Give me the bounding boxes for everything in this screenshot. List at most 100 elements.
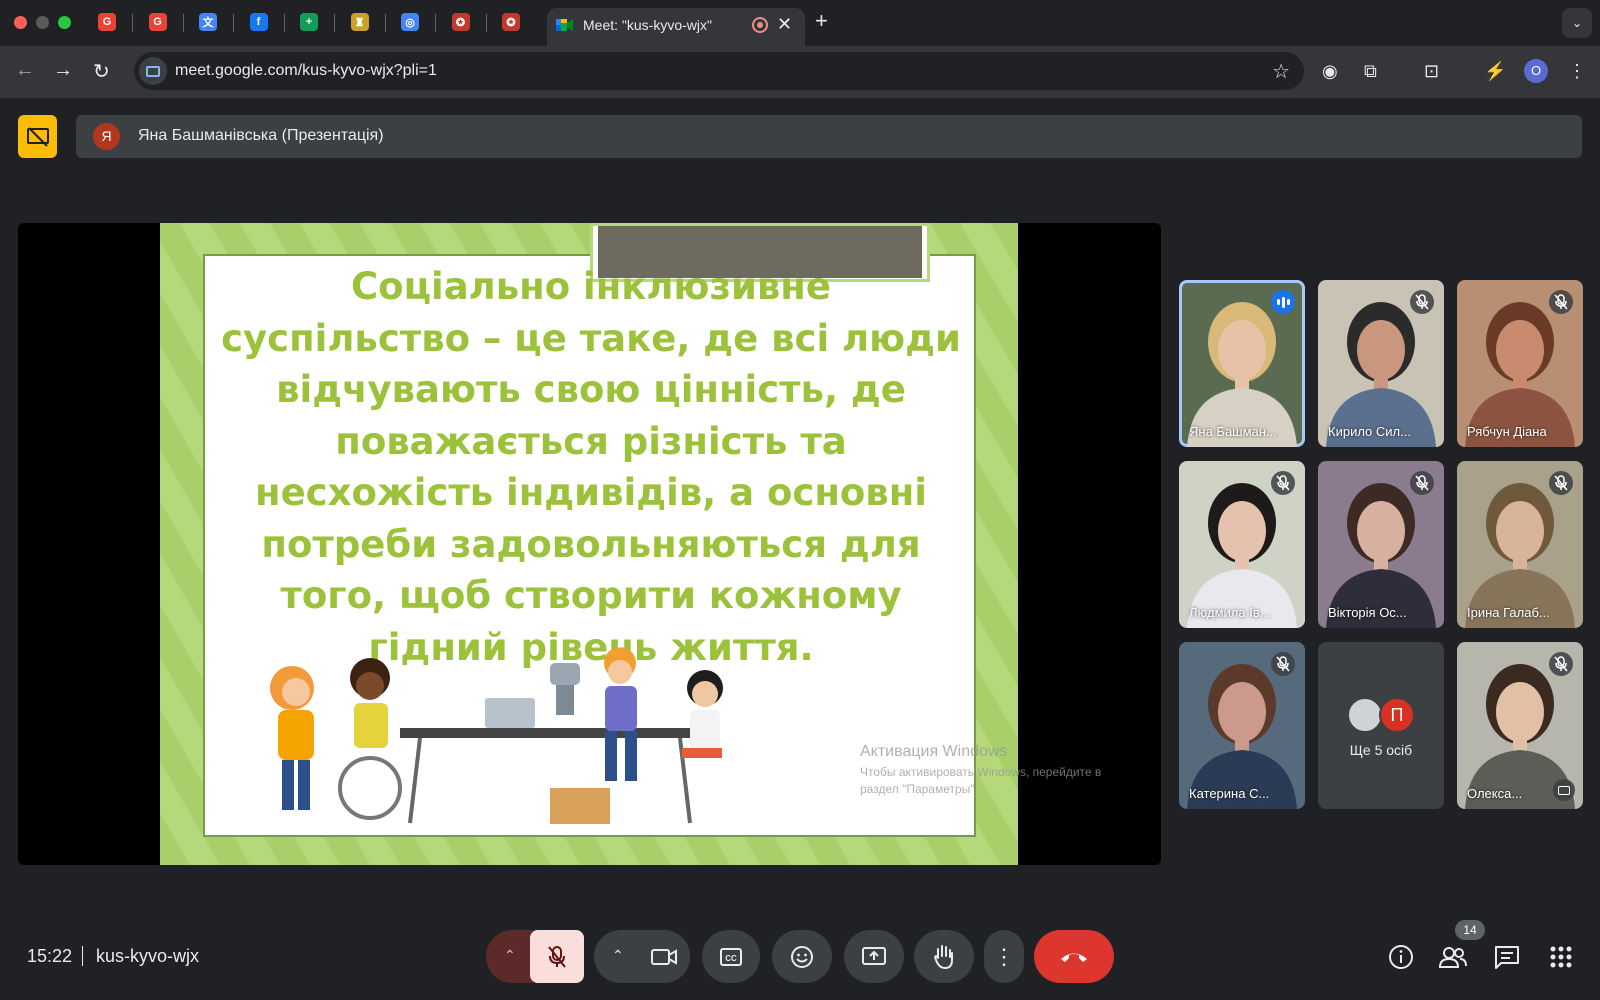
target-icon[interactable]: ◎ (401, 13, 419, 31)
video-options-chevron-icon[interactable]: ⌃ (612, 947, 624, 964)
bookmark-star-icon[interactable]: ☆ (1272, 59, 1290, 84)
google-translate-icon[interactable]: 文 (199, 13, 217, 31)
seal-icon[interactable]: ✪ (451, 13, 470, 31)
participant-tile[interactable]: Рябчун Діана (1457, 280, 1583, 447)
reading-mode-icon[interactable]: ◉ (1322, 61, 1338, 82)
tab-separator (132, 14, 133, 32)
raise-hand-button[interactable] (914, 930, 974, 983)
forward-button[interactable]: → (53, 59, 73, 82)
info-icon (1389, 945, 1413, 969)
address-bar[interactable]: meet.google.com/kus-kyvo-wjx?pli=1 ☆ (134, 52, 1304, 90)
stop-presenting-icon[interactable] (18, 115, 57, 158)
presenter-avatar: Я (93, 123, 120, 150)
people-icon (1439, 947, 1467, 968)
google-icon[interactable]: G (98, 13, 116, 31)
activities-button[interactable] (1546, 942, 1576, 972)
participant-tile[interactable]: Вікторія Ос... (1318, 461, 1444, 628)
emoji-icon (791, 945, 813, 968)
participants-count-badge: 14 (1455, 920, 1485, 940)
tab-search-button[interactable]: ⌄ (1562, 8, 1592, 38)
participant-tile[interactable]: Яна Башман... (1179, 280, 1305, 447)
meet-app: Я Яна Башманівська (Презентація) Соціаль… (0, 98, 1600, 1000)
slide-text: Соціально інклюзивне суспільство – це так… (206, 261, 976, 673)
slide-text-line: суспільство – це таке, де всі люди (221, 316, 961, 360)
url-text[interactable]: meet.google.com/kus-kyvo-wjx?pli=1 (175, 62, 437, 80)
performance-icon[interactable]: ⚡ (1484, 61, 1506, 82)
reload-button[interactable]: ↻ (93, 59, 110, 84)
slide-text-line: Соціально інклюзивне (351, 265, 831, 308)
google-sheets-icon[interactable]: + (300, 13, 318, 31)
raise-hand-icon (933, 944, 953, 969)
screen-capture-icon[interactable]: ⊡ (1424, 61, 1439, 82)
google-meet-icon (556, 19, 573, 31)
seal-icon[interactable]: ✪ (502, 13, 520, 31)
chrome-menu-icon[interactable]: ⋮ (1568, 61, 1586, 82)
presenter-name: Яна Башманівська (Презентація) (138, 127, 384, 144)
browser-tab-bar: G G 文 f + ♜ ◎ ✪ ✪ Meet: "kus-kyvo-wjx" ✕ + ⌄ (0, 0, 1600, 46)
divider (82, 946, 83, 966)
slide-text-line: поважається різність та (335, 419, 847, 463)
mic-off-icon (1410, 290, 1434, 314)
participant-name: Яна Башман... (1189, 424, 1277, 439)
participant-tile[interactable]: Людмила Ів... (1179, 461, 1305, 628)
more-participants-label: Ще 5 осіб (1349, 742, 1413, 758)
minimize-window-button[interactable] (36, 16, 49, 29)
apps-grid-icon (1550, 946, 1572, 968)
mic-off-icon (1549, 652, 1573, 676)
camera-icon (651, 948, 677, 965)
participant-tile[interactable]: Катерина С... (1179, 642, 1305, 809)
presenter-banner: Я Яна Башманівська (Презентація) (76, 115, 1582, 158)
participant-tile[interactable]: Олекса... (1457, 642, 1583, 809)
facebook-icon[interactable]: f (249, 13, 268, 31)
crest-icon[interactable]: ♜ (350, 13, 369, 31)
people-button[interactable] (1438, 942, 1468, 972)
slide-text-line: того, щоб створити кожному (280, 574, 902, 617)
more-participants-tile[interactable]: П Ще 5 осіб (1318, 642, 1444, 809)
audio-options-chevron-icon[interactable]: ⌃ (504, 947, 516, 964)
present-screen-button[interactable] (844, 930, 904, 983)
children-illustration (270, 648, 723, 824)
participant-name: Людмила Ів... (1189, 605, 1271, 620)
mic-off-icon (1549, 471, 1573, 495)
captions-button[interactable]: CC (702, 930, 760, 983)
reactions-button[interactable] (772, 930, 832, 983)
more-vert-icon: ⋮ (993, 943, 1015, 969)
presentation-slide: Соціально інклюзивне суспільство – це так… (160, 223, 1101, 865)
mic-off-icon (1271, 471, 1295, 495)
participant-tile[interactable]: Ірина Галаб... (1457, 461, 1583, 628)
presentation-stage: Соціально інклюзивне суспільство – це так… (18, 223, 1161, 865)
windows-watermark-text: Чтобы активировать Windows, перейдите в … (860, 765, 1102, 796)
close-window-button[interactable] (14, 16, 27, 29)
meeting-time: 15:22 (27, 946, 73, 966)
picture-in-picture-icon[interactable] (1553, 779, 1575, 801)
hang-up-icon (1061, 953, 1087, 962)
tab-separator (182, 14, 184, 32)
participant-tile[interactable]: Кирило Сил... (1318, 280, 1444, 447)
mic-control-group: ⌃ (486, 930, 584, 983)
tab-separator (233, 14, 234, 32)
tab-separator (283, 14, 285, 32)
microphone-toggle-button[interactable] (530, 930, 584, 983)
leave-call-button[interactable] (1034, 930, 1114, 983)
maximize-window-button[interactable] (58, 16, 71, 29)
slide-text-line: потреби задовольняються для (261, 522, 921, 566)
profile-avatar[interactable]: O (1524, 59, 1548, 83)
slide-text-line: відчувають свою цінність, де (276, 368, 906, 411)
close-tab-icon[interactable]: ✕ (777, 14, 792, 35)
tab-meet[interactable]: Meet: "kus-kyvo-wjx" ✕ (547, 8, 805, 46)
mic-off-icon (1271, 652, 1295, 676)
camera-control-group: ⌃ (594, 930, 690, 983)
meeting-details-button[interactable] (1386, 942, 1416, 972)
google-icon[interactable]: G (148, 13, 167, 31)
more-options-button[interactable]: ⋮ (984, 930, 1024, 983)
site-info-icon[interactable] (139, 57, 167, 85)
participant-name: Олекса... (1467, 786, 1523, 801)
extensions-icon[interactable]: ⧉ (1364, 61, 1377, 82)
chat-button[interactable] (1492, 942, 1522, 972)
captions-icon: CC (720, 947, 742, 966)
mic-off-icon (548, 945, 566, 968)
new-tab-button[interactable]: + (815, 8, 828, 34)
camera-toggle-button[interactable] (638, 930, 690, 983)
mic-off-icon (1549, 290, 1573, 314)
back-button[interactable]: ← (15, 59, 35, 82)
